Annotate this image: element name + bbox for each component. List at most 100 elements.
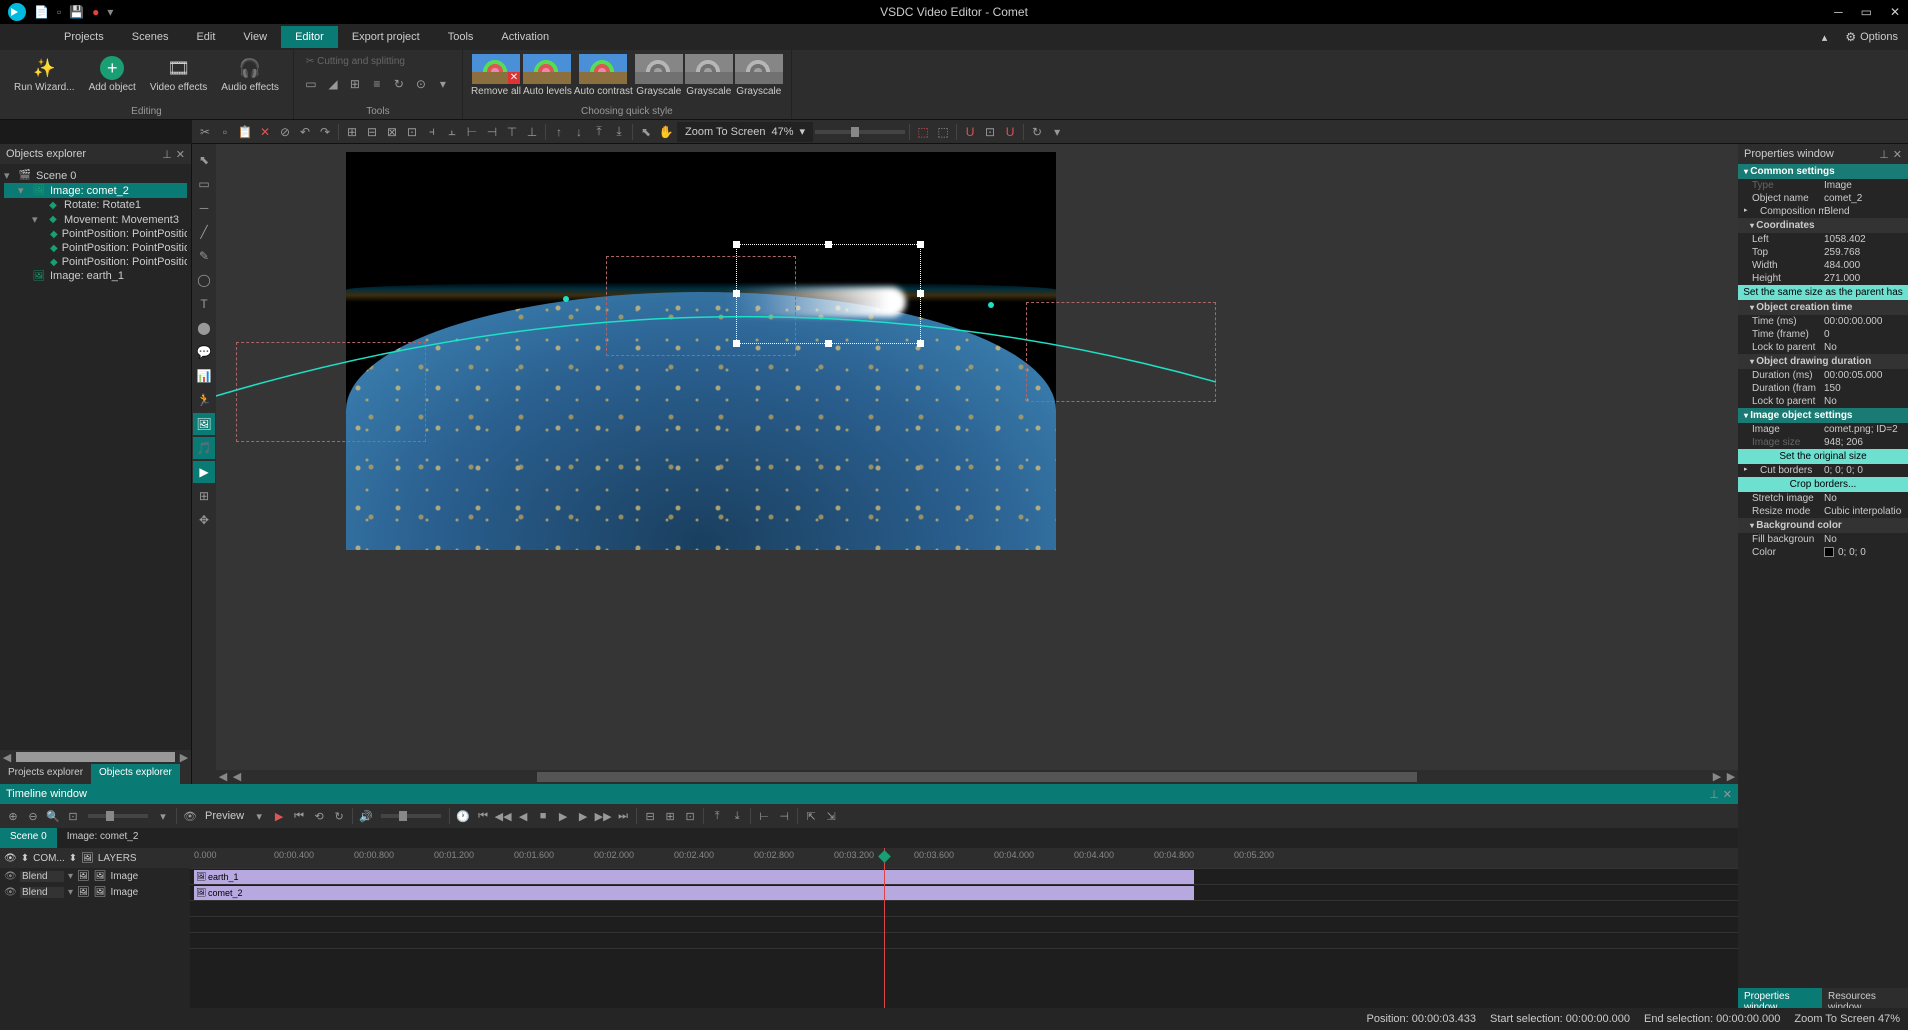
property-row[interactable]: Color0; 0; 0: [1738, 546, 1908, 559]
block-icon[interactable]: ⊘: [276, 123, 294, 141]
add-object-button[interactable]: +Add object: [83, 54, 142, 95]
tool-icon[interactable]: ⊞: [346, 75, 364, 93]
style-remove-all[interactable]: Remove all: [471, 54, 521, 97]
align-icon[interactable]: ⊡: [403, 123, 421, 141]
next-icon[interactable]: ▶▶: [594, 807, 612, 825]
qat-new-icon[interactable]: 📄: [34, 5, 49, 19]
marker-icon[interactable]: ⬚: [934, 123, 952, 141]
selection-box[interactable]: [736, 244, 921, 344]
image-tool-icon[interactable]: 🖼: [193, 413, 215, 435]
minimize-icon[interactable]: ─: [1834, 5, 1843, 19]
chat-tool-icon[interactable]: 💬: [193, 341, 215, 363]
clip-earth[interactable]: earth_1: [194, 870, 1194, 884]
clip-comet[interactable]: comet_2: [194, 886, 1194, 900]
tab-properties[interactable]: Properties window: [1738, 988, 1822, 1008]
property-row[interactable]: TypeImage: [1738, 179, 1908, 192]
close-icon[interactable]: ✕: [1723, 788, 1732, 801]
qat-record-icon[interactable]: ●: [92, 5, 99, 19]
qat-save-icon[interactable]: 💾: [69, 5, 84, 19]
resize-handle[interactable]: [733, 340, 740, 347]
clock-icon[interactable]: 🕐: [454, 807, 472, 825]
property-row[interactable]: Object namecomet_2: [1738, 192, 1908, 205]
eye-icon[interactable]: 👁: [4, 853, 17, 864]
align-icon[interactable]: ⫞: [423, 123, 441, 141]
qat-dropdown-icon[interactable]: ▾: [107, 5, 113, 19]
arrow-down-icon[interactable]: ↓: [570, 123, 588, 141]
eye-icon[interactable]: 👁: [181, 807, 199, 825]
tree-node[interactable]: 🖼Image: earth_1: [4, 269, 187, 283]
skip-end-icon[interactable]: ⟲: [310, 807, 328, 825]
property-section[interactable]: Object drawing duration: [1738, 354, 1908, 369]
play-icon[interactable]: ▶: [554, 807, 572, 825]
link-icon[interactable]: ⇱: [802, 807, 820, 825]
playhead[interactable]: [884, 848, 885, 1008]
property-row[interactable]: Height271.000: [1738, 272, 1908, 285]
tree-node[interactable]: ◆PointPosition: PointPositio: [4, 241, 187, 255]
audio-tool-icon[interactable]: 🎵: [193, 437, 215, 459]
split-icon[interactable]: ⊣: [775, 807, 793, 825]
undo-icon[interactable]: ↶: [296, 123, 314, 141]
marker-icon[interactable]: ⬚: [914, 123, 932, 141]
property-row[interactable]: Duration (ms)00:00:05.000: [1738, 369, 1908, 382]
property-row[interactable]: ▸Cut borders0; 0; 0; 0: [1738, 464, 1908, 477]
resize-handle[interactable]: [825, 340, 832, 347]
property-row[interactable]: Fill backgrounNo: [1738, 533, 1908, 546]
property-section[interactable]: Coordinates: [1738, 218, 1908, 233]
style-auto-contrast[interactable]: Auto contrast: [574, 54, 633, 97]
property-row[interactable]: Duration (fram150: [1738, 382, 1908, 395]
menu-view[interactable]: View: [229, 26, 281, 48]
scroll-left-icon[interactable]: ◀: [0, 751, 14, 764]
tab-image[interactable]: Image: comet_2: [57, 828, 149, 848]
marker-icon[interactable]: ⤒: [708, 807, 726, 825]
pen-tool-icon[interactable]: ✎: [193, 245, 215, 267]
paste-icon[interactable]: 📋: [236, 123, 254, 141]
chevron-down-icon[interactable]: ▾: [250, 807, 268, 825]
align-icon[interactable]: ⫠: [443, 123, 461, 141]
style-auto-levels[interactable]: Auto levels: [523, 54, 572, 97]
property-section[interactable]: Common settings: [1738, 164, 1908, 179]
tree-node[interactable]: ◆PointPosition: PointPositio: [4, 255, 187, 269]
tab-resources[interactable]: Resources window: [1822, 988, 1908, 1008]
scroll-right-icon[interactable]: ▶: [177, 751, 191, 764]
scroll-left-icon[interactable]: ◀: [230, 770, 244, 784]
preview-h-scrollbar[interactable]: ◀ ◀ ▶ ▶: [216, 770, 1738, 784]
scroll-thumb[interactable]: [537, 772, 1417, 782]
pin-icon[interactable]: ⊥: [162, 148, 172, 161]
zoom-icon[interactable]: 🔍: [44, 807, 62, 825]
options-button[interactable]: Options: [1835, 26, 1908, 48]
u-icon[interactable]: U: [1001, 123, 1019, 141]
property-row[interactable]: Top259.768: [1738, 246, 1908, 259]
delete-icon[interactable]: ✕: [256, 123, 274, 141]
scroll-right-icon[interactable]: ▶: [1724, 770, 1738, 784]
property-row[interactable]: Time (frame)0: [1738, 328, 1908, 341]
link-icon[interactable]: ⇲: [822, 807, 840, 825]
u-icon[interactable]: U: [961, 123, 979, 141]
pin-icon[interactable]: ⊥: [1879, 148, 1889, 161]
sort-icon[interactable]: ⬍: [69, 853, 77, 864]
track-row[interactable]: 👁Blend▾🖼🖼Image: [0, 884, 190, 900]
property-section[interactable]: Image object settings: [1738, 408, 1908, 423]
style-grayscale-1[interactable]: Grayscale: [635, 54, 683, 97]
tree-node[interactable]: ▾◆Movement: Movement3: [4, 212, 187, 227]
tool-icon[interactable]: ≡: [368, 75, 386, 93]
track-row[interactable]: 👁Blend▾🖼🖼Image: [0, 868, 190, 884]
scroll-left-icon[interactable]: ◀: [216, 770, 230, 784]
tree-node[interactable]: ▾🎬Scene 0: [4, 168, 187, 183]
u-icon[interactable]: ⊡: [981, 123, 999, 141]
h-scrollbar[interactable]: ◀ ▶: [0, 750, 191, 764]
shape-tool-icon[interactable]: ╱: [193, 221, 215, 243]
speaker-icon[interactable]: 🔊: [357, 807, 375, 825]
align-icon[interactable]: ⊠: [383, 123, 401, 141]
qat-open-icon[interactable]: ▫: [57, 5, 61, 19]
tool-icon[interactable]: ◢: [324, 75, 342, 93]
align-icon[interactable]: ⊥: [523, 123, 541, 141]
property-row[interactable]: Left1058.402: [1738, 233, 1908, 246]
ribbon-collapse-icon[interactable]: ▴: [1814, 31, 1836, 44]
maximize-icon[interactable]: ▭: [1861, 5, 1872, 19]
marker-icon[interactable]: ⤓: [728, 807, 746, 825]
cursor-icon[interactable]: ⬉: [637, 123, 655, 141]
redo-icon[interactable]: ↷: [316, 123, 334, 141]
property-row[interactable]: Width484.000: [1738, 259, 1908, 272]
property-action-button[interactable]: Set the original size: [1738, 449, 1908, 464]
style-grayscale-2[interactable]: Grayscale: [685, 54, 733, 97]
